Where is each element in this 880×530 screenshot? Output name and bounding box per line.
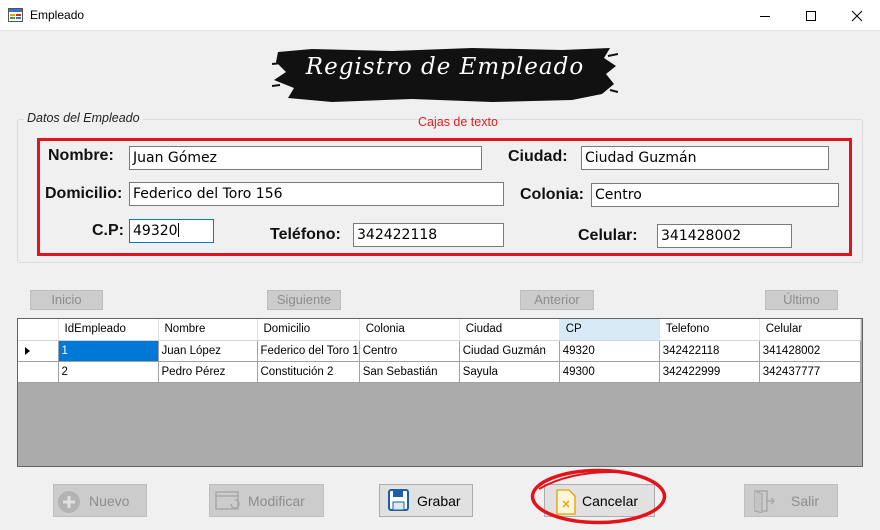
cp-field[interactable]: 49320 <box>129 219 214 243</box>
employees-table: IdEmpleado Nombre Domicilio Colonia Ciud… <box>18 319 861 383</box>
nuevo-button-label: Nuevo <box>89 493 130 509</box>
cp-label: C.P: <box>92 222 124 239</box>
column-header-ciudad[interactable]: Ciudad <box>459 319 560 341</box>
table-cell[interactable]: Federico del Toro 1 <box>257 340 360 362</box>
maximize-button[interactable] <box>788 0 834 31</box>
grid-header-row: IdEmpleado Nombre Domicilio Colonia Ciud… <box>18 319 861 341</box>
title-bar: Empleado <box>0 0 880 31</box>
table-cell[interactable]: 341428002 <box>759 340 861 362</box>
table-cell[interactable]: Sayula <box>459 361 560 383</box>
table-cell[interactable]: Juan López <box>158 340 258 362</box>
inicio-button[interactable]: Inicio <box>30 290 103 310</box>
table-cell[interactable]: 49320 <box>559 340 660 362</box>
maximize-icon <box>806 10 816 21</box>
table-cell[interactable]: San Sebastián <box>359 361 460 383</box>
edit-window-icon <box>215 491 240 510</box>
column-header-telefono[interactable]: Telefono <box>659 319 760 341</box>
row-header[interactable] <box>18 340 59 362</box>
close-button[interactable] <box>834 0 880 31</box>
minimize-button[interactable] <box>742 0 788 31</box>
telefono-label: Teléfono: <box>270 226 341 243</box>
anterior-button[interactable]: Anterior <box>520 290 594 310</box>
table-cell[interactable]: 2 <box>58 361 159 383</box>
employees-datagrid[interactable]: IdEmpleado Nombre Domicilio Colonia Ciud… <box>17 318 863 467</box>
close-icon <box>851 10 863 21</box>
exit-door-icon <box>754 490 775 513</box>
colonia-label: Colonia: <box>520 186 584 203</box>
cp-field-value: 49320 <box>133 223 178 239</box>
nuevo-button[interactable]: Nuevo <box>53 484 147 517</box>
table-cell[interactable]: Pedro Pérez <box>158 361 258 383</box>
table-cell[interactable]: 342422999 <box>659 361 760 383</box>
grid-corner-header[interactable] <box>18 319 59 341</box>
table-row[interactable]: 2 Pedro Pérez Constitución 2 San Sebasti… <box>18 361 861 383</box>
colonia-field[interactable]: Centro <box>591 183 839 207</box>
siguiente-button[interactable]: Siguiente <box>267 290 341 310</box>
current-row-arrow-icon <box>25 346 30 355</box>
table-cell[interactable]: Centro <box>359 340 460 362</box>
banner-title: Registro de Empleado <box>305 54 585 80</box>
column-header-celular[interactable]: Celular <box>759 319 861 341</box>
ultimo-button[interactable]: Último <box>765 290 838 310</box>
table-row[interactable]: 1 Juan López Federico del Toro 1 Centro … <box>18 340 861 362</box>
cancel-highlight-ellipse <box>530 468 667 525</box>
row-header[interactable] <box>18 361 59 383</box>
celular-field[interactable]: 341428002 <box>657 224 792 248</box>
domicilio-label: Domicilio: <box>45 185 123 202</box>
textboxes-annotation-label: Cajas de texto <box>418 115 498 129</box>
telefono-field[interactable]: 342422118 <box>353 223 504 247</box>
app-form-icon <box>8 8 23 22</box>
column-header-cp[interactable]: CP <box>559 319 660 341</box>
header-banner: Registro de Empleado <box>272 44 618 106</box>
table-cell[interactable]: 342422118 <box>659 340 760 362</box>
add-icon <box>58 491 80 513</box>
modificar-button-label: Modificar <box>248 493 305 509</box>
minimize-icon <box>760 15 770 17</box>
table-cell[interactable]: 342437777 <box>759 361 861 383</box>
table-cell[interactable]: 49300 <box>559 361 660 383</box>
domicilio-field[interactable]: Federico del Toro 156 <box>129 182 504 206</box>
column-header-colonia[interactable]: Colonia <box>359 319 460 341</box>
ciudad-label: Ciudad: <box>508 148 568 165</box>
grabar-button-label: Grabar <box>417 493 461 509</box>
table-cell[interactable]: Ciudad Guzmán <box>459 340 560 362</box>
window-title: Empleado <box>30 8 85 22</box>
text-cursor <box>177 223 179 237</box>
groupbox-legend: Datos del Empleado <box>24 111 143 125</box>
table-cell[interactable]: 1 <box>58 340 159 362</box>
modificar-button[interactable]: Modificar <box>209 484 324 517</box>
salir-button[interactable]: Salir <box>744 484 838 517</box>
nombre-label: Nombre: <box>48 147 114 164</box>
column-header-nombre[interactable]: Nombre <box>158 319 258 341</box>
save-disk-icon <box>388 489 409 511</box>
celular-label: Celular: <box>578 227 638 244</box>
salir-button-label: Salir <box>791 493 820 509</box>
ciudad-field[interactable]: Ciudad Guzmán <box>581 146 829 170</box>
column-header-domicilio[interactable]: Domicilio <box>257 319 360 341</box>
grabar-button[interactable]: Grabar <box>379 484 473 517</box>
column-header-idempleado[interactable]: IdEmpleado <box>58 319 159 341</box>
nombre-field[interactable]: Juan Gómez <box>129 146 482 170</box>
table-cell[interactable]: Constitución 2 <box>257 361 360 383</box>
